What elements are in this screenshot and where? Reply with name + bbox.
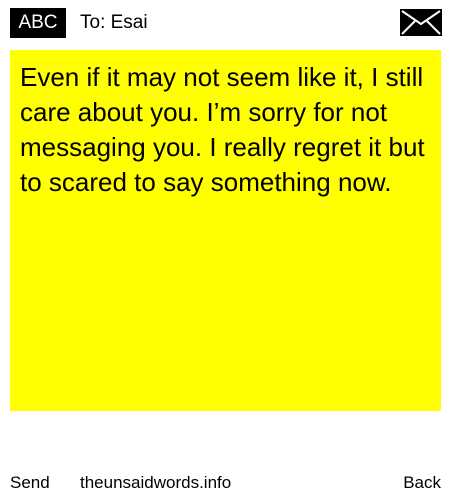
- bottom-bar: Send theunsaidwords.info Back: [0, 470, 450, 500]
- keyboard-mode-button[interactable]: ABC: [10, 8, 66, 38]
- top-bar: ABC To: Esai: [0, 0, 450, 46]
- recipient-label: To: Esai: [80, 12, 148, 33]
- site-link[interactable]: theunsaidwords.info: [80, 470, 231, 496]
- envelope-icon[interactable]: [400, 9, 442, 36]
- message-card[interactable]: Even if it may not seem like it, I still…: [10, 50, 441, 411]
- message-text: Even if it may not seem like it, I still…: [20, 62, 425, 197]
- send-button[interactable]: Send: [10, 470, 50, 496]
- back-button[interactable]: Back: [403, 470, 441, 496]
